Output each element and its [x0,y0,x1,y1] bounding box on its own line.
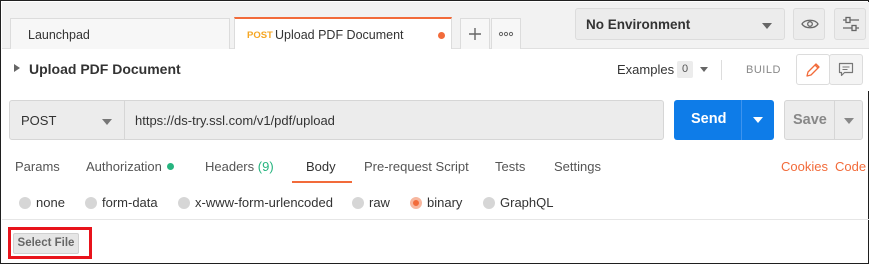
radio-circle-icon [352,197,364,209]
chevron-down-icon [762,23,772,29]
tab-body[interactable]: Body [306,159,336,174]
tab-params[interactable]: Params [15,159,60,174]
more-tabs-button[interactable] [491,18,521,49]
pencil-icon [806,63,820,77]
tab-pre-request-script[interactable]: Pre-request Script [364,159,469,174]
edit-button[interactable] [796,54,830,85]
comments-button[interactable] [829,54,863,85]
headers-count: (9) [257,159,274,174]
chevron-down-icon[interactable] [700,67,708,72]
build-mode-label[interactable]: BUILD [746,64,781,76]
tab-authorization-label: Authorization [86,159,162,174]
expand-triangle-icon[interactable] [14,64,20,72]
radio-label: none [36,195,65,210]
radio-circle-icon [19,197,31,209]
radio-circle-icon [85,197,97,209]
tab-settings[interactable]: Settings [554,159,601,174]
sliders-icon [843,16,859,32]
http-method-select[interactable]: POST [9,100,125,140]
radio-circle-icon [178,197,190,209]
unsaved-changes-dot-icon [438,32,445,39]
environment-select-value: No Environment [586,17,691,32]
divider [741,100,742,140]
tab-request-name: Upload PDF Document [275,28,404,42]
tab-headers-label: Headers [205,159,255,174]
request-tabs: Params Authorization Headers (9) Body Pr… [2,149,869,185]
status-dot-icon [166,163,174,170]
tab-bar: Launchpad POST Upload PDF Document No En… [2,2,869,50]
chevron-down-icon[interactable] [753,117,763,123]
save-button-label: Save [793,112,827,128]
radio-label: form-data [102,195,158,210]
body-type-radio-group: none form-data x-www-form-urlencoded raw… [2,188,869,220]
highlight-annotation-box [8,227,92,259]
chevron-down-icon [102,119,112,125]
manage-environments-button[interactable] [834,8,866,40]
divider [721,60,722,80]
request-title-row: Upload PDF Document Examples 0 BUILD [2,49,869,91]
tab-upload-pdf-document[interactable]: POST Upload PDF Document [234,17,452,50]
app-frame: Launchpad POST Upload PDF Document No En… [0,0,869,264]
active-tab-indicator [292,181,352,183]
radio-label: raw [369,195,390,210]
tab-method-badge: POST [247,30,273,41]
code-link[interactable]: Code [835,159,866,174]
request-title[interactable]: Upload PDF Document [29,61,181,77]
send-button[interactable]: Send [674,100,774,140]
tab-authorization[interactable]: Authorization [86,159,174,174]
tab-launchpad-label: Launchpad [28,28,90,42]
examples-dropdown[interactable]: Examples [617,62,674,77]
more-horizontal-icon [498,31,514,37]
divider [834,101,835,139]
new-tab-button[interactable] [460,18,490,49]
tab-tests[interactable]: Tests [495,159,525,174]
http-method-value: POST [21,113,57,128]
request-url-input[interactable] [124,100,664,140]
tab-launchpad[interactable]: Launchpad [10,18,230,49]
chevron-down-icon[interactable] [844,118,854,124]
comment-icon [838,62,854,77]
cookies-link[interactable]: Cookies [781,159,828,174]
tab-headers[interactable]: Headers (9) [205,159,274,174]
radio-label: binary [427,195,463,210]
radio-selected-icon [410,197,422,209]
radio-label: GraphQL [500,195,554,210]
save-button[interactable]: Save [784,100,863,140]
radio-circle-icon [483,197,495,209]
eye-icon [801,19,819,29]
examples-count-badge: 0 [677,61,693,78]
environment-quick-look-button[interactable] [793,8,825,40]
plus-icon [469,28,481,40]
send-button-label: Send [691,111,727,127]
environment-select[interactable]: No Environment [575,8,785,40]
radio-label: x-www-form-urlencoded [195,195,333,210]
